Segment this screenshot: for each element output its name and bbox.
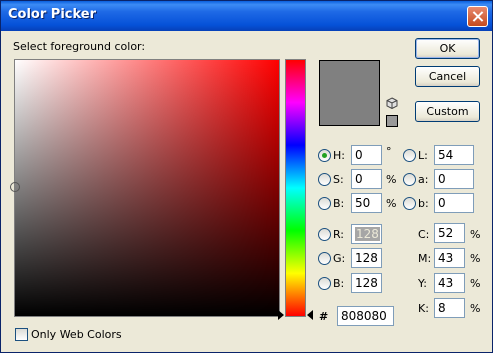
radio-saturation[interactable] [318, 173, 331, 186]
color-field[interactable] [14, 59, 280, 317]
radio-a-channel[interactable] [403, 173, 416, 186]
web-safe-cube-icon[interactable] [386, 97, 398, 109]
a-channel-label: a: [418, 173, 429, 186]
green-input[interactable]: 128 [351, 248, 382, 268]
magenta-input[interactable]: 43 [434, 248, 465, 268]
radio-brightness[interactable] [318, 197, 331, 210]
ok-button[interactable]: OK [415, 38, 480, 59]
b-channel-input[interactable]: 0 [434, 193, 474, 213]
brightness-unit: % [386, 197, 397, 210]
radio-b-channel[interactable] [403, 197, 416, 210]
radio-blue[interactable] [318, 277, 331, 290]
cyan-label: C: [418, 228, 430, 241]
color-picker-dialog: Color Picker Select foreground color: OK… [0, 0, 493, 353]
radio-hue[interactable] [318, 149, 331, 162]
red-value: 128 [355, 227, 380, 241]
brightness-label: B: [333, 197, 345, 210]
hue-unit: ° [386, 145, 392, 158]
black-input[interactable]: 8 [434, 298, 465, 318]
cyan-unit: % [470, 228, 481, 241]
window-title: Color Picker [8, 7, 97, 22]
saturation-input[interactable]: 0 [351, 169, 382, 189]
saturation-unit: % [386, 173, 397, 186]
color-field-marker[interactable] [10, 182, 20, 192]
hue-slider-left-arrow-icon[interactable] [278, 310, 284, 320]
magenta-label: M: [418, 252, 432, 265]
saturation-label: S: [333, 173, 344, 186]
title-bar: Color Picker [1, 1, 492, 31]
current-color-swatch [319, 60, 380, 126]
cancel-button[interactable]: Cancel [415, 66, 480, 87]
gamut-swatch[interactable] [386, 115, 398, 127]
red-label: R: [333, 228, 345, 241]
black-unit: % [470, 302, 481, 315]
brightness-input[interactable]: 50 [351, 193, 382, 213]
yellow-unit: % [470, 277, 481, 290]
lightness-input[interactable]: 54 [434, 145, 474, 165]
hex-input[interactable]: 808080 [337, 306, 394, 326]
hue-label: H: [333, 149, 345, 162]
a-channel-input[interactable]: 0 [434, 169, 474, 189]
blue-input[interactable]: 128 [351, 273, 382, 293]
hue-slider-right-arrow-icon[interactable] [307, 310, 313, 320]
magenta-unit: % [470, 252, 481, 265]
radio-red[interactable] [318, 228, 331, 241]
close-icon[interactable] [467, 6, 488, 27]
radio-green[interactable] [318, 252, 331, 265]
b-channel-label: b: [418, 197, 429, 210]
only-web-colors-label: Only Web Colors [31, 328, 122, 341]
hue-slider[interactable] [285, 59, 306, 317]
hex-prefix: # [319, 310, 329, 323]
hue-input[interactable]: 0 [351, 145, 382, 165]
blue-label: B: [333, 277, 345, 290]
lightness-label: L: [418, 149, 428, 162]
select-prompt-label: Select foreground color: [13, 40, 146, 53]
custom-button[interactable]: Custom [415, 101, 480, 122]
yellow-input[interactable]: 43 [434, 273, 465, 293]
green-label: G: [333, 252, 346, 265]
black-label: K: [418, 302, 429, 315]
only-web-colors-checkbox[interactable] [15, 328, 28, 341]
cyan-input[interactable]: 52 [434, 223, 465, 243]
radio-lightness[interactable] [403, 149, 416, 162]
yellow-label: Y: [418, 277, 427, 290]
red-input[interactable]: 128 [351, 224, 382, 244]
